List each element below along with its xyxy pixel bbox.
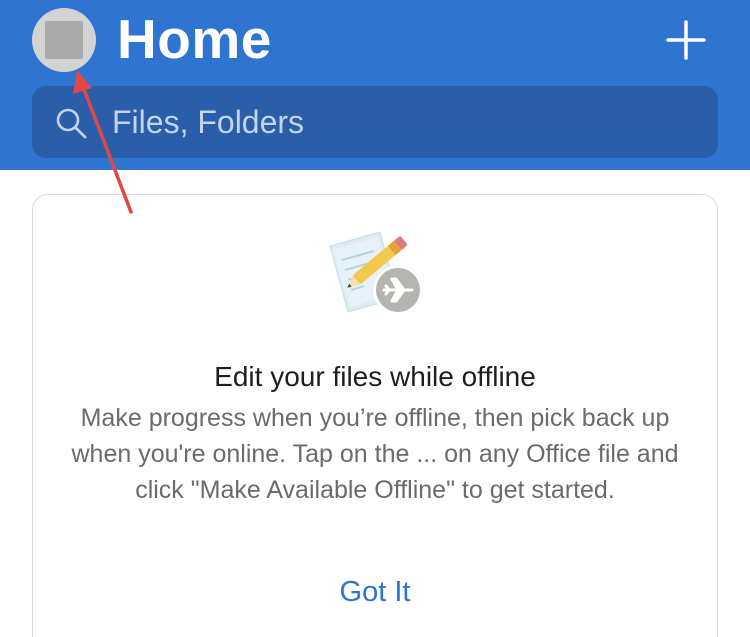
search-input[interactable]: Files, Folders: [32, 86, 718, 158]
home-screen: Home Files, Folders Edit your files whil…: [0, 0, 750, 637]
card-description: Make progress when you’re offline, then …: [71, 404, 679, 504]
search-placeholder: Files, Folders: [112, 104, 305, 140]
plus-icon: [666, 20, 706, 60]
add-button[interactable]: [660, 14, 712, 66]
avatar-placeholder-image: [45, 21, 83, 59]
header-bar: Home Files, Folders: [0, 0, 750, 170]
search-icon: [56, 108, 87, 139]
got-it-button[interactable]: Got It: [275, 572, 475, 612]
card-title: Edit your files while offline: [214, 361, 536, 392]
avatar[interactable]: [32, 8, 96, 72]
page-title: Home: [117, 8, 272, 70]
document-pencil-airplane-icon: [329, 231, 423, 315]
